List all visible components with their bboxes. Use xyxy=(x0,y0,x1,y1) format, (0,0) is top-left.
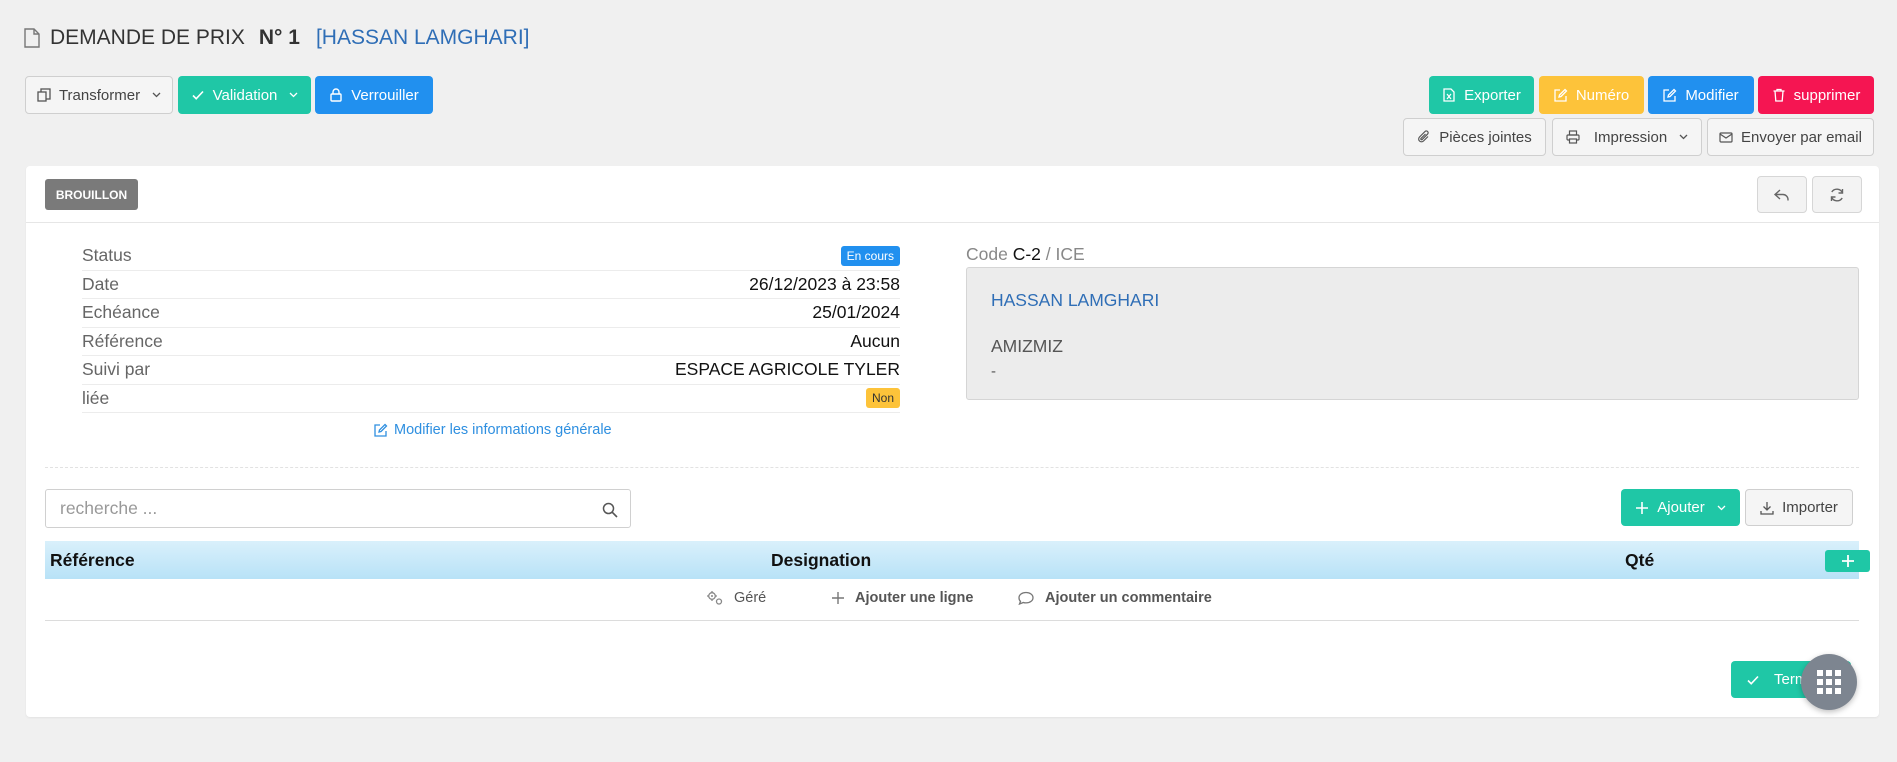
col-reference: Référence xyxy=(50,550,135,570)
lock-icon xyxy=(330,88,342,102)
search-box xyxy=(45,489,631,528)
line-actions: Géré Ajouter une ligne Ajouter un commen… xyxy=(45,579,1859,621)
email-button[interactable]: Envoyer par email xyxy=(1707,118,1874,156)
trash-icon xyxy=(1773,88,1785,102)
info-row-status: Status En cours xyxy=(82,242,900,271)
chevron-down-icon xyxy=(1717,505,1726,510)
add-button[interactable]: Ajouter xyxy=(1621,489,1740,526)
envelope-icon xyxy=(1719,132,1733,143)
plus-icon xyxy=(1636,501,1649,514)
attachments-button[interactable]: Pièces jointes xyxy=(1403,118,1546,156)
chevron-down-icon xyxy=(289,92,298,98)
divider xyxy=(45,467,1859,468)
numero-button[interactable]: Numéro xyxy=(1539,76,1644,114)
edit-icon xyxy=(374,423,388,437)
plus-icon xyxy=(1841,555,1854,567)
check-icon xyxy=(1747,675,1759,685)
info-row-linked: liée Non xyxy=(82,385,900,413)
transform-button[interactable]: Transformer xyxy=(25,76,173,114)
paperclip-icon xyxy=(1418,130,1429,143)
import-button[interactable]: Importer xyxy=(1745,489,1853,526)
excel-icon xyxy=(1443,88,1455,102)
edit-icon xyxy=(1554,88,1568,102)
printer-icon xyxy=(1566,130,1580,144)
client-name[interactable]: HASSAN LAMGHARI xyxy=(991,290,1834,311)
client-box: HASSAN LAMGHARI AMIZMIZ - xyxy=(966,267,1859,400)
doc-type: DEMANDE DE PRIX xyxy=(50,26,245,49)
client-code: Code C-2 / ICE xyxy=(966,244,1085,264)
info-row-followed: Suivi par ESPACE AGRICOLE TYLER xyxy=(82,356,900,385)
chevron-down-icon xyxy=(1679,134,1688,140)
col-designation: Designation xyxy=(771,550,872,570)
add-column-button[interactable] xyxy=(1825,550,1870,572)
apps-menu-button[interactable] xyxy=(1801,654,1857,710)
col-quantity: Qté xyxy=(1625,550,1655,570)
modify-info-link[interactable]: Modifier les informations générale xyxy=(374,422,612,438)
plus-icon xyxy=(832,592,844,604)
info-row-date: Date 26/12/2023 à 23:58 xyxy=(82,271,900,299)
status-badge: BROUILLON xyxy=(45,179,138,210)
managed-action[interactable]: Géré xyxy=(706,590,766,606)
export-button[interactable]: Exporter xyxy=(1429,76,1534,114)
client-extra: - xyxy=(991,363,996,380)
edit-icon xyxy=(1663,88,1677,102)
validation-button[interactable]: Validation xyxy=(178,76,311,114)
card-header: BROUILLON xyxy=(26,166,1879,223)
document-icon xyxy=(24,28,40,48)
grid-icon xyxy=(1817,670,1841,694)
chevron-down-icon xyxy=(152,92,161,98)
search-input[interactable] xyxy=(46,490,630,527)
page-title: DEMANDE DE PRIX N° 1 [HASSAN LAMGHARI] xyxy=(24,24,530,52)
delete-button[interactable]: supprimer xyxy=(1758,76,1874,114)
status-pill: En cours xyxy=(840,245,900,266)
search-icon[interactable] xyxy=(602,502,618,518)
modify-button[interactable]: Modifier xyxy=(1648,76,1754,114)
gears-icon xyxy=(707,591,723,605)
info-row-due: Echéance 25/01/2024 xyxy=(82,299,900,328)
document-card: BROUILLON Status En cours Date 26/12/202… xyxy=(26,166,1879,717)
info-row-reference: Référence Aucun xyxy=(82,328,900,356)
comment-icon xyxy=(1018,591,1034,605)
print-button[interactable]: Impression xyxy=(1552,118,1702,156)
refresh-button[interactable] xyxy=(1812,176,1862,213)
refresh-icon xyxy=(1830,187,1844,202)
undo-button[interactable] xyxy=(1757,176,1807,213)
download-icon xyxy=(1760,501,1774,515)
reply-icon xyxy=(1773,188,1789,200)
copy-icon xyxy=(37,88,51,102)
client-city: AMIZMIZ xyxy=(991,336,1063,356)
add-comment-action[interactable]: Ajouter un commentaire xyxy=(1017,590,1212,606)
lock-button[interactable]: Verrouiller xyxy=(315,76,433,114)
lines-table-header: Référence Designation Qté xyxy=(45,541,1870,579)
add-line-action[interactable]: Ajouter une ligne xyxy=(831,590,973,606)
client-tag[interactable]: [HASSAN LAMGHARI] xyxy=(316,26,530,50)
general-info: Status En cours Date 26/12/2023 à 23:58 … xyxy=(82,242,900,413)
check-icon xyxy=(192,90,204,100)
doc-number: N° 1 xyxy=(258,26,300,49)
linked-pill: Non xyxy=(865,388,900,409)
